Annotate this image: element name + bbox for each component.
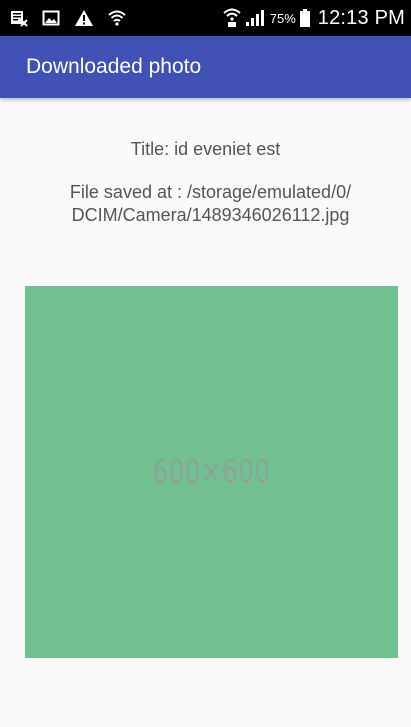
status-clock: 12:13 PM	[317, 6, 405, 29]
wifi-icon	[108, 9, 126, 27]
status-bar: 75% 12:13 PM	[0, 0, 411, 36]
battery-icon	[299, 9, 310, 27]
image-icon	[42, 9, 60, 27]
signal-icon	[245, 9, 265, 27]
app-bar: Downloaded photo	[0, 36, 411, 98]
status-left-icons	[10, 8, 126, 28]
photo-size-label: 600×600	[152, 454, 271, 490]
photo-title: Title: id eveniet est	[130, 139, 281, 159]
battery-percent: 75%	[269, 10, 296, 26]
app-bar-title: Downloaded photo	[26, 55, 202, 78]
warning-icon	[74, 9, 94, 27]
status-right-icons: 75% 12:13 PM	[223, 6, 405, 30]
notification-x-icon	[10, 9, 28, 27]
file-saved-path: File saved at : /storage/emulated/0/ DCI…	[69, 182, 352, 225]
downloaded-photo: 600×600	[25, 286, 398, 658]
content-area: Title: id eveniet est File saved at : /s…	[0, 98, 411, 727]
wifi-calling-icon	[223, 8, 241, 28]
